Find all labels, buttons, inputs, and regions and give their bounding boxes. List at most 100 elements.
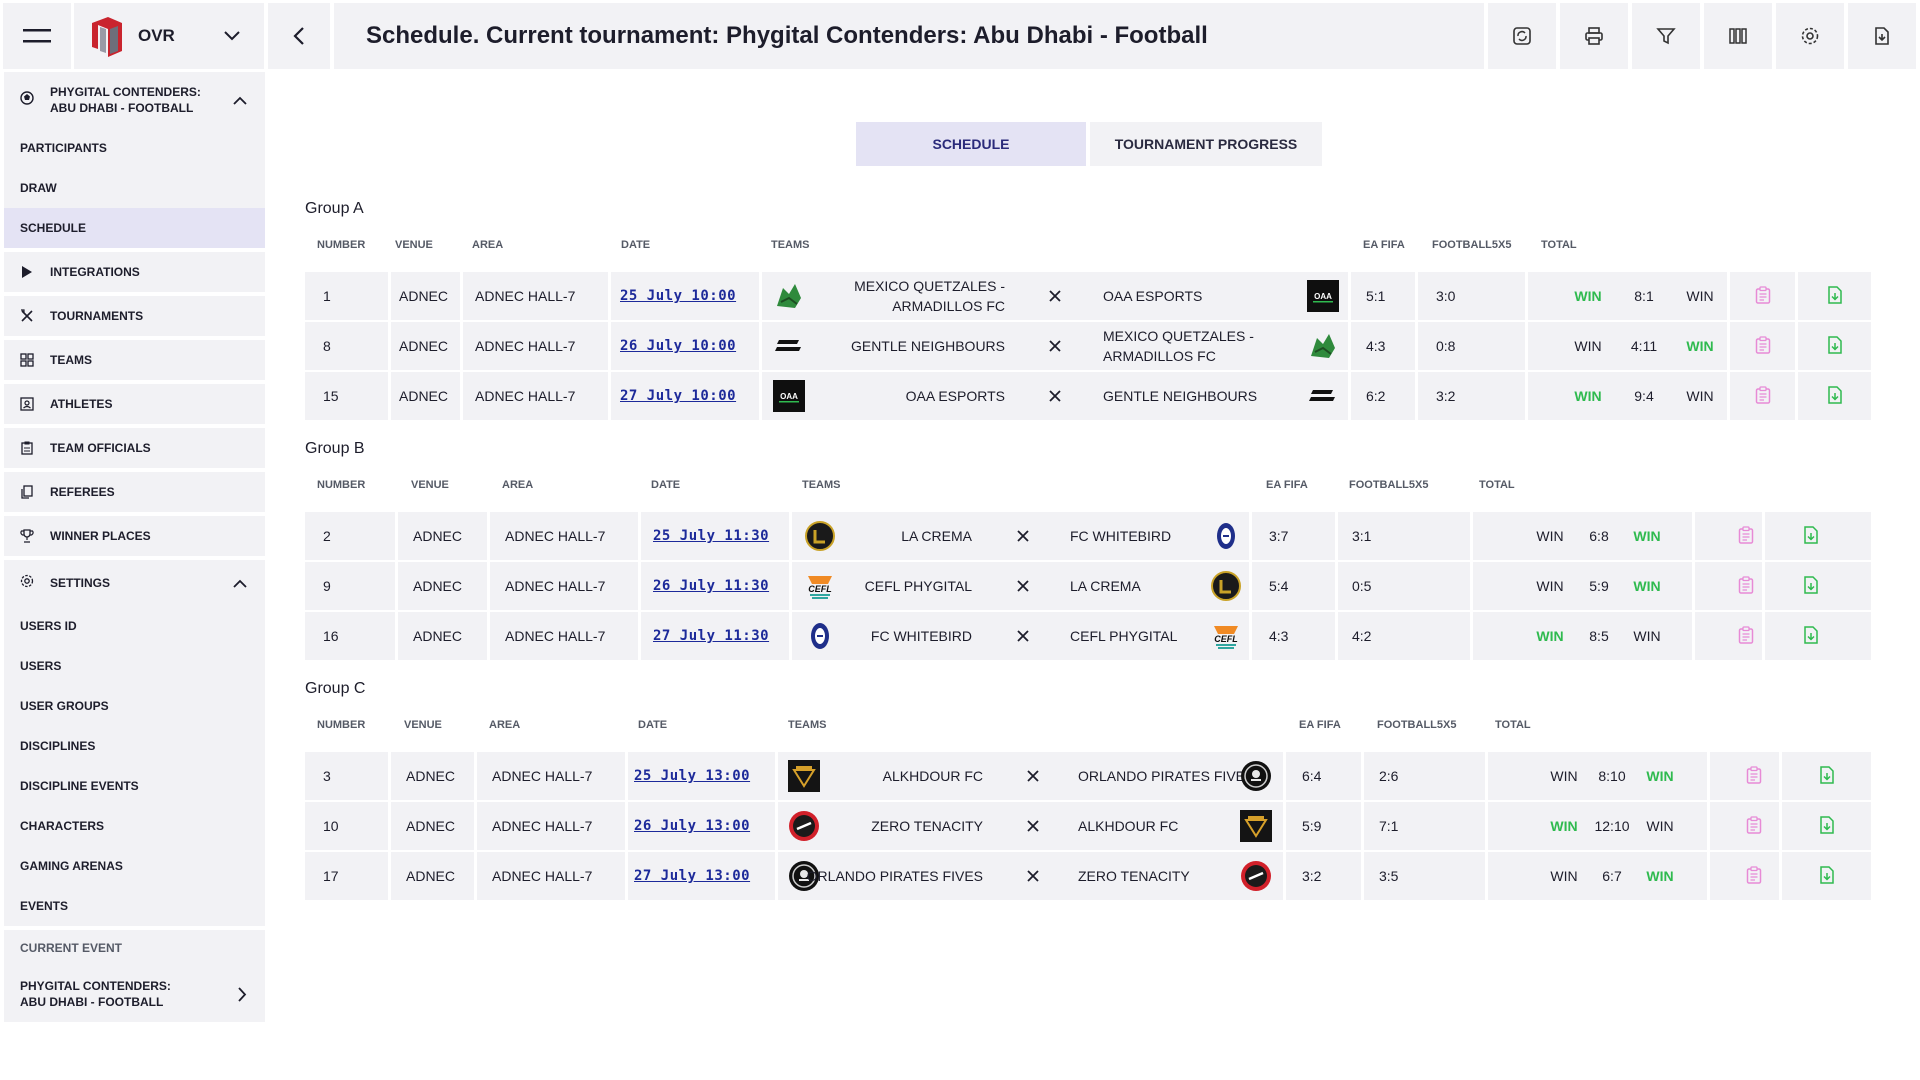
sidebar-item-discipline-events[interactable]: Discipline events [4, 766, 265, 806]
match-date-link[interactable]: 25 July 13:00 [634, 768, 750, 784]
protocol-button[interactable] [1734, 512, 1758, 560]
download-button[interactable] [1823, 372, 1847, 420]
match-date-link[interactable]: 26 July 13:00 [634, 818, 750, 834]
column-divider [1707, 802, 1710, 850]
match-date-link[interactable]: 25 July 10:00 [620, 288, 736, 304]
header-area: Area [502, 479, 534, 491]
right-result: WIN [1646, 768, 1674, 784]
protocol-button[interactable] [1742, 752, 1766, 800]
column-divider [638, 612, 641, 660]
team2-logo: OAA [1307, 280, 1339, 312]
table-row: 3 ADNEC ADNEC HALL-7 25 July 13:00 ALKHDOUR … [305, 752, 1871, 800]
football5x5-score: 0:5 [1352, 578, 1372, 594]
protocol-button[interactable] [1734, 562, 1758, 610]
left-result: WIN [1550, 768, 1578, 784]
group-title: Group A [305, 200, 364, 217]
sidebar-item-users[interactable]: Users [4, 646, 265, 686]
tab-tournament-progress[interactable]: Tournament progress [1090, 122, 1322, 166]
download-button[interactable] [1799, 512, 1823, 560]
team2-name: CEFL PHYGITAL [1070, 628, 1178, 644]
match-date-link[interactable]: 26 July 10:00 [620, 338, 736, 354]
area: ADNEC HALL-7 [492, 768, 593, 784]
back-button[interactable] [268, 3, 330, 69]
sidebar-item-gaming-arenas[interactable]: Gaming arenas [4, 846, 265, 886]
venue: ADNEC [413, 528, 463, 544]
column-divider [1795, 272, 1798, 320]
team2-logo [1210, 570, 1242, 602]
download-button[interactable] [1799, 612, 1823, 660]
protocol-button[interactable] [1751, 372, 1775, 420]
protocol-icon [1738, 575, 1754, 597]
columns-button[interactable] [1704, 3, 1772, 69]
sidebar-item-integrations[interactable]: Integrations [4, 252, 265, 292]
column-divider [487, 512, 490, 560]
column-divider [1283, 802, 1286, 850]
sidebar-item-tournaments[interactable]: Tournaments [4, 296, 265, 336]
header-date: Date [621, 239, 651, 251]
print-button[interactable] [1560, 3, 1628, 69]
sidebar-item-team-officials[interactable]: Team officials [4, 428, 265, 468]
header-total: Total [1541, 239, 1577, 251]
protocol-button[interactable] [1751, 322, 1775, 370]
download-button[interactable] [1823, 272, 1847, 320]
match-date-link[interactable]: 26 July 11:30 [653, 578, 769, 594]
current-event-link[interactable]: Phygital Contenders: Abu Dhabi - Footbal… [4, 966, 265, 1022]
protocol-button[interactable] [1742, 802, 1766, 850]
sidebar-item-athletes[interactable]: Athletes [4, 384, 265, 424]
sidebar-item-referees[interactable]: Referees [4, 472, 265, 512]
tournament-menu-header[interactable]: Phygital Contenders: Abu Dhabi - Footbal… [4, 72, 265, 128]
total-score: 9:4 [1634, 388, 1654, 404]
sidebar-item-winner-places[interactable]: Winner places [4, 516, 265, 556]
clipboard-icon [20, 441, 34, 455]
settings-label: Settings [50, 576, 111, 590]
tab-schedule[interactable]: Schedule [856, 122, 1086, 166]
team1-name: ZERO TENACITY [871, 818, 983, 834]
column-divider [1335, 512, 1338, 560]
download-button[interactable] [1815, 802, 1839, 850]
sidebar-item-teams[interactable]: Teams [4, 340, 265, 380]
brand-selector[interactable]: OVR [74, 3, 264, 69]
header-teams: Teams [771, 239, 810, 251]
header-number: Number [317, 239, 366, 251]
sidebar-item-participants[interactable]: Participants [4, 128, 265, 168]
sidebar-item-characters[interactable]: Characters [4, 806, 265, 846]
menu-button[interactable] [3, 3, 71, 69]
column-divider [487, 612, 490, 660]
settings-menu-header[interactable]: Settings [4, 560, 265, 606]
protocol-button[interactable] [1751, 272, 1775, 320]
header-number: Number [317, 479, 366, 491]
team2-name: ORLANDO PIRATES FIVES [1078, 768, 1255, 784]
match-date-link[interactable]: 27 July 10:00 [620, 388, 736, 404]
match-date-link[interactable]: 27 July 13:00 [634, 868, 750, 884]
column-divider [460, 272, 463, 320]
sidebar-item-draw[interactable]: Draw [4, 168, 265, 208]
download-button[interactable] [1799, 562, 1823, 610]
view-tabs: Schedule Tournament progress [856, 122, 1322, 166]
right-result: WIN [1633, 528, 1661, 544]
download-button[interactable] [1815, 852, 1839, 900]
sidebar-item-users-id[interactable]: Users ID [4, 606, 265, 646]
match-number: 15 [323, 388, 339, 404]
match-date-link[interactable]: 25 July 11:30 [653, 528, 769, 544]
download-button[interactable] [1823, 322, 1847, 370]
settings-button[interactable] [1776, 3, 1844, 69]
download-button[interactable] [1815, 752, 1839, 800]
sidebar-item-events[interactable]: Events [4, 886, 265, 926]
filter-button[interactable] [1632, 3, 1700, 69]
current-event-panel: Current event Phygital Contenders: Abu D… [4, 930, 265, 1022]
column-divider [1727, 322, 1730, 370]
team2-name: GENTLE NEIGHBOURS [1103, 388, 1258, 404]
area: ADNEC HALL-7 [505, 628, 606, 644]
ea-fifa-score: 3:2 [1302, 868, 1322, 884]
protocol-button[interactable] [1742, 852, 1766, 900]
sidebar-item-user-groups[interactable]: User groups [4, 686, 265, 726]
protocol-button[interactable] [1734, 612, 1758, 660]
header-total: Total [1479, 479, 1515, 491]
export-button[interactable] [1848, 3, 1916, 69]
sidebar-item-disciplines[interactable]: Disciplines [4, 726, 265, 766]
column-divider [460, 322, 463, 370]
venue: ADNEC [399, 288, 449, 304]
match-date-link[interactable]: 27 July 11:30 [653, 628, 769, 644]
refresh-button[interactable] [1488, 3, 1556, 69]
sidebar-item-schedule[interactable]: Schedule [4, 208, 265, 248]
